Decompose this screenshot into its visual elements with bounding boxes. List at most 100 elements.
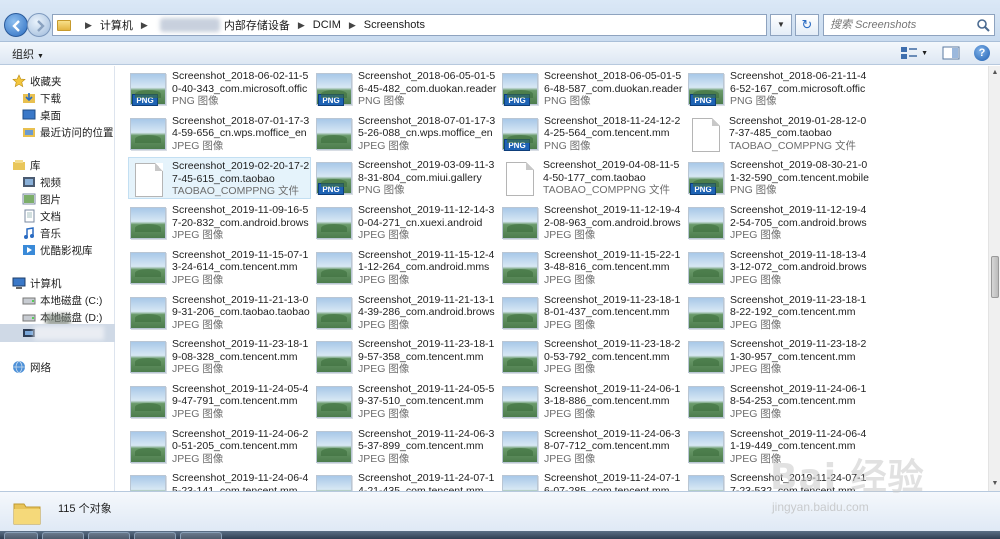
file-item[interactable]: PNG Screenshot_2019-03-09-11-38-31-804_co…	[314, 157, 497, 199]
png-image-icon: PNG	[688, 73, 724, 106]
file-name: Screenshot_2019-11-09-16-57-20-832_com.a…	[172, 204, 309, 229]
file-item[interactable]: PNG Screenshot_2018-11-24-12-24-25-564_co…	[500, 113, 683, 155]
file-item[interactable]: PNG Screenshot_2018-06-05-01-56-45-482_co…	[314, 68, 497, 110]
file-item[interactable]: Screenshot_2018-07-01-17-34-59-656_cn.wp…	[128, 113, 311, 155]
file-item[interactable]: Screenshot_2019-11-23-18-18-22-192_com.t…	[686, 292, 869, 334]
file-item[interactable]: Screenshot_2019-11-21-13-09-31-206_com.t…	[128, 292, 311, 334]
file-item[interactable]: Screenshot_2019-11-24-07-17-23-532_com.t…	[686, 470, 869, 491]
refresh-button[interactable]: ↻	[795, 14, 819, 36]
forward-button[interactable]	[27, 13, 51, 37]
file-grid[interactable]: PNG Screenshot_2018-06-02-11-50-40-343_co…	[116, 66, 988, 491]
taskbar-app-button[interactable]	[180, 532, 222, 539]
file-name: Screenshot_2019-11-24-06-41-19-449_com.t…	[730, 427, 867, 453]
change-view-button[interactable]: ▼	[900, 46, 928, 60]
sidebar-item-drive-c[interactable]: 本地磁盘 (C:)	[22, 292, 102, 308]
file-type: TAOBAO_COMPPNG 文件	[172, 185, 299, 198]
file-item[interactable]: PNG Screenshot_2018-06-02-11-50-40-343_co…	[128, 68, 311, 110]
crumb-dcim[interactable]: DCIM	[313, 19, 341, 31]
file-item[interactable]: Screenshot_2019-11-23-18-18-01-437_com.t…	[500, 292, 683, 334]
file-type: PNG 图像	[730, 95, 777, 107]
sidebar-item-music[interactable]: 音乐	[22, 225, 61, 241]
file-item[interactable]: Screenshot_2019-11-12-19-42-54-705_com.a…	[686, 202, 869, 244]
file-item[interactable]: Screenshot_2019-11-24-06-20-51-205_com.t…	[128, 426, 311, 468]
taskbar	[0, 531, 1000, 539]
search-input[interactable]	[824, 15, 974, 35]
sidebar-favorites[interactable]: 收藏夹	[12, 73, 62, 89]
file-type: PNG 图像	[730, 184, 777, 197]
scroll-up-icon[interactable]: ▲	[989, 66, 1000, 80]
preview-pane-icon[interactable]	[942, 46, 960, 60]
sidebar-computer[interactable]: 计算机	[12, 275, 62, 291]
taskbar-start-button[interactable]	[4, 532, 38, 539]
sidebar-item-documents[interactable]: 文档	[22, 208, 61, 224]
file-item[interactable]: Screenshot_2018-07-01-17-35-26-088_cn.wp…	[314, 113, 497, 155]
sidebar-item-desktop[interactable]: 桌面	[22, 107, 61, 123]
file-item[interactable]: PNG Screenshot_2018-06-05-01-56-48-587_co…	[500, 68, 683, 110]
file-name: Screenshot_2019-11-12-19-42-08-963_com.a…	[544, 204, 681, 229]
sidebar-item-recent[interactable]: 最近访问的位置	[22, 124, 114, 140]
help-icon[interactable]: ?	[974, 45, 990, 61]
file-item[interactable]: Screenshot_2019-11-24-05-49-47-791_com.t…	[128, 381, 311, 423]
file-item[interactable]: Screenshot_2019-11-12-19-42-08-963_com.a…	[500, 202, 683, 244]
file-item[interactable]: Screenshot_2019-11-15-07-13-24-614_com.t…	[128, 247, 311, 289]
vertical-scrollbar[interactable]: ▲ ▼	[988, 66, 1000, 491]
sidebar-item-youku[interactable]: 优酷影视库	[22, 242, 93, 258]
file-name: Screenshot_2019-11-24-06-35-37-899_com.t…	[358, 427, 495, 453]
file-item[interactable]: Screenshot_2019-11-12-14-30-04-271_cn.xu…	[314, 202, 497, 244]
network-icon	[13, 360, 25, 374]
crumb-computer[interactable]: 计算机	[100, 17, 133, 33]
sidebar-network[interactable]: 网络	[12, 359, 51, 375]
file-item[interactable]: Screenshot_2019-11-24-06-35-37-899_com.t…	[314, 426, 497, 468]
sidebar-item-videos[interactable]: 视频	[22, 174, 61, 190]
file-name: Screenshot_2018-06-21-11-46-52-167_com.m…	[730, 70, 867, 95]
redacted-label	[34, 326, 104, 340]
breadcrumb[interactable]: ▶ 计算机 ▶ 内部存储设备 ▶ DCIM ▶ Screenshots	[52, 14, 767, 36]
taskbar-app-button[interactable]	[42, 532, 84, 539]
star-icon	[12, 74, 26, 88]
sidebar-item-downloads[interactable]: 下载	[22, 90, 61, 106]
scroll-down-icon[interactable]: ▼	[989, 477, 1000, 491]
file-item[interactable]: Screenshot_2019-11-24-06-38-07-712_com.t…	[500, 426, 683, 468]
file-item[interactable]: Screenshot_2019-11-24-06-41-19-449_com.t…	[686, 426, 869, 468]
file-item[interactable]: PNG Screenshot_2019-08-30-21-01-32-590_co…	[686, 157, 869, 199]
file-item[interactable]: Screenshot_2019-11-24-06-45-23-141_com.t…	[128, 470, 311, 491]
back-button[interactable]	[4, 13, 28, 37]
file-item[interactable]: Screenshot_2019-11-24-06-13-18-886_com.t…	[500, 381, 683, 423]
address-dropdown-button[interactable]: ▼	[770, 14, 792, 36]
file-item[interactable]: Screenshot_2019-02-20-17-27-45-615_com.t…	[128, 157, 311, 200]
file-item[interactable]: Screenshot_2019-11-24-07-14-21-435_com.t…	[314, 470, 497, 491]
file-item[interactable]: PNG Screenshot_2018-06-21-11-46-52-167_co…	[686, 68, 869, 110]
file-item[interactable]: Screenshot_2019-11-15-22-13-48-816_com.t…	[500, 247, 683, 289]
sidebar-item-label: 最近访问的位置	[40, 126, 114, 139]
search-box[interactable]	[823, 14, 995, 36]
file-item[interactable]: Screenshot_2019-11-23-18-20-53-792_com.t…	[500, 336, 683, 378]
sidebar-item-label: 本地磁盘 (C:)	[40, 294, 103, 307]
file-item[interactable]: Screenshot_2019-11-21-13-14-39-286_com.a…	[314, 292, 497, 334]
taskbar-app-button[interactable]	[134, 532, 176, 539]
crumb-screenshots[interactable]: Screenshots	[364, 19, 425, 31]
search-icon[interactable]	[976, 18, 990, 32]
taskbar-app-button[interactable]	[88, 532, 130, 539]
file-item[interactable]: Screenshot_2019-11-23-18-21-30-957_com.t…	[686, 336, 869, 378]
file-item[interactable]: Screenshot_2019-04-08-11-54-50-177_com.t…	[500, 157, 683, 199]
file-item[interactable]: Screenshot_2019-01-28-12-07-37-485_com.t…	[686, 113, 869, 155]
file-item[interactable]: Screenshot_2019-11-18-13-43-12-072_com.a…	[686, 247, 869, 289]
file-item[interactable]: Screenshot_2019-11-24-05-59-37-510_com.t…	[314, 381, 497, 423]
sidebar-libraries[interactable]: 库	[12, 157, 41, 173]
file-item[interactable]: Screenshot_2019-11-24-07-16-07-285_com.t…	[500, 470, 683, 491]
scrollbar-thumb[interactable]	[991, 256, 999, 298]
file-item[interactable]: Screenshot_2019-11-09-16-57-20-832_com.a…	[128, 202, 311, 244]
file-type: JPEG 图像	[544, 273, 596, 286]
sidebar-item-label: 图片	[40, 193, 61, 206]
file-name: Screenshot_2019-01-28-12-07-37-485_com.t…	[729, 114, 867, 140]
crumb-internal-storage[interactable]: 内部存储设备	[224, 17, 290, 33]
file-item[interactable]: Screenshot_2019-11-23-18-19-57-358_com.t…	[314, 336, 497, 378]
sidebar-item-pictures[interactable]: 图片	[22, 191, 61, 207]
png-image-icon: PNG	[502, 117, 538, 151]
organize-menu-button[interactable]: 组织 ▼	[12, 46, 44, 62]
sidebar-item-device-selected[interactable]	[0, 324, 115, 342]
jpeg-image-icon	[130, 251, 166, 284]
file-item[interactable]: Screenshot_2019-11-15-12-41-12-264_com.a…	[314, 247, 497, 289]
file-item[interactable]: Screenshot_2019-11-23-18-19-08-328_com.t…	[128, 336, 311, 378]
file-item[interactable]: Screenshot_2019-11-24-06-18-54-253_com.t…	[686, 381, 869, 423]
